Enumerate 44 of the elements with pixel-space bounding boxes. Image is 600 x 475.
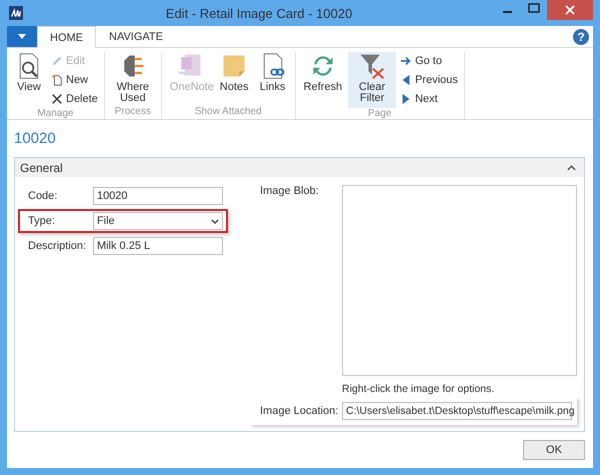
- pencil-icon: [51, 55, 63, 67]
- ribbon-button[interactable]: Clear Filter: [348, 52, 396, 108]
- cross-icon: [51, 93, 63, 105]
- field-label: Type:: [28, 215, 56, 227]
- triangle-left-icon: [400, 74, 412, 86]
- field-label: Code:: [28, 190, 58, 202]
- ribbon-button[interactable]: Refresh: [300, 52, 346, 108]
- ribbon-button[interactable]: View: [11, 52, 47, 108]
- panel-title: General: [20, 160, 63, 174]
- record-heading: 10020: [14, 130, 56, 147]
- ribbon-tab[interactable]: HOME: [37, 26, 96, 48]
- help-button[interactable]: ?: [573, 29, 589, 45]
- chevron-down-icon: [211, 218, 219, 224]
- ribbon-tab[interactable]: NAVIGATE: [96, 26, 176, 47]
- group-label: Manage: [37, 108, 74, 121]
- app-menu-button[interactable]: [7, 26, 37, 47]
- ribbon-button[interactable]: Go to: [398, 52, 460, 70]
- close-icon[interactable]: [547, 0, 593, 20]
- caret-icon: [18, 34, 26, 39]
- ribbon-button[interactable]: Previous: [398, 71, 460, 89]
- chevron-icon[interactable]: [567, 164, 576, 170]
- ribbon-button[interactable]: Next: [398, 90, 460, 108]
- app-logo-icon: [9, 6, 23, 20]
- input-field[interactable]: C:\Users\elisabet.t\Desktop\stuff\escape\milk.png: [342, 402, 572, 420]
- dropdown-field[interactable]: File: [92, 212, 223, 230]
- window-title: Edit - Retail Image Card - 10020: [164, 6, 354, 20]
- new-document-icon: [51, 74, 63, 86]
- group-label: Process: [114, 106, 151, 119]
- input-field[interactable]: Milk 0.25 L: [92, 237, 223, 255]
- ribbon-button[interactable]: Links: [254, 52, 291, 106]
- field-label: Description:: [28, 240, 88, 252]
- ribbon-button[interactable]: New: [49, 71, 100, 89]
- arrow-right-icon: [400, 55, 412, 67]
- image-hint: Right-click the image for options.: [342, 383, 496, 395]
- ok-button[interactable]: OK: [523, 440, 585, 460]
- group-label: Show Attached: [194, 106, 262, 119]
- ribbon-button[interactable]: Where Used: [108, 52, 157, 106]
- group-label: Page: [368, 108, 392, 121]
- field-label: Image Blob:: [260, 185, 320, 199]
- ribbon-button[interactable]: Delete: [49, 90, 100, 108]
- field-label: Image Location:: [260, 405, 340, 417]
- clear-filter-icon: [358, 52, 386, 80]
- ribbon-button[interactable]: Notes: [216, 52, 253, 106]
- input-field[interactable]: 10020: [92, 187, 223, 205]
